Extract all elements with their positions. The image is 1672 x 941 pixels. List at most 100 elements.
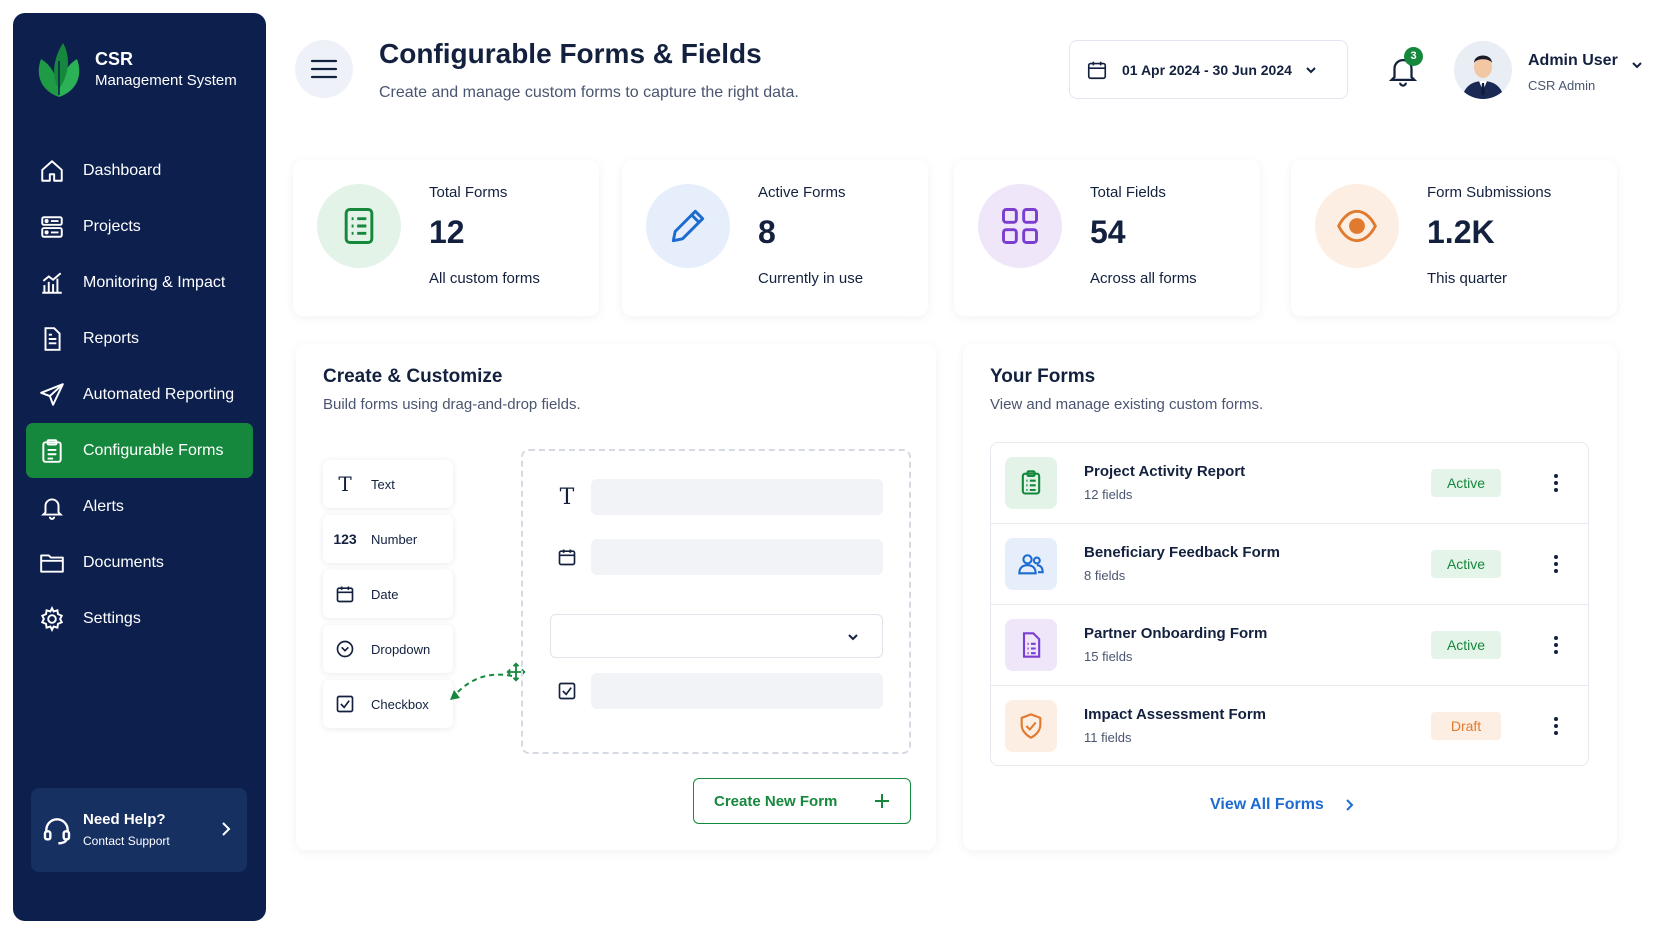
pencil-icon: [671, 209, 705, 243]
user-name: Admin User: [1528, 52, 1618, 69]
stat-value: 54: [1090, 214, 1126, 250]
sidebar-nav: Dashboard Projects Monitoring & Impact R…: [26, 143, 253, 647]
user-avatar-icon: [1462, 55, 1504, 99]
status-badge: Active: [1431, 469, 1501, 497]
sidebar-item-documents[interactable]: Documents: [26, 535, 253, 590]
field-type-number[interactable]: 123 Number: [323, 515, 453, 563]
sidebar-item-monitoring[interactable]: Monitoring & Impact: [26, 255, 253, 310]
text-icon: T: [559, 484, 575, 510]
brand-subtitle: Management System: [95, 72, 237, 89]
sidebar-item-label: Reports: [83, 329, 140, 347]
grid-icon: [1002, 208, 1038, 244]
chevron-down-icon: [848, 634, 858, 641]
canvas-date-field[interactable]: [591, 539, 883, 575]
sidebar-item-automated-reporting[interactable]: Automated Reporting: [26, 367, 253, 422]
sidebar-item-label: Dashboard: [83, 161, 162, 179]
sidebar-item-settings[interactable]: Settings: [26, 591, 253, 646]
sidebar-item-label: Alerts: [83, 497, 124, 515]
forms-title: Your Forms: [990, 366, 1096, 387]
avatar[interactable]: [1454, 41, 1512, 99]
chevron-down-icon: [1306, 66, 1316, 73]
menu-button[interactable]: [295, 40, 353, 98]
stat-card-total-fields: Total Fields 54 Across all forms: [954, 160, 1260, 316]
field-type-label: Number: [371, 531, 418, 547]
form-icon-box: [1005, 700, 1057, 752]
help-subtitle: Contact Support: [83, 834, 170, 848]
date-range-picker[interactable]: 01 Apr 2024 - 30 Jun 2024: [1069, 40, 1348, 99]
stat-label: Total Forms: [429, 184, 508, 201]
view-all-forms-link[interactable]: View All Forms: [1210, 796, 1356, 814]
chevron-down-icon[interactable]: [1630, 58, 1644, 72]
form-field-count: 12 fields: [1084, 487, 1133, 502]
create-new-form-label: Create New Form: [714, 792, 838, 810]
clipboard-icon: [42, 438, 62, 463]
checkbox-icon: [335, 694, 355, 714]
form-icon-box: [1005, 457, 1057, 509]
chevron-right-icon: [222, 822, 231, 836]
stat-value: 8: [758, 214, 776, 250]
checkbox-icon: [557, 681, 577, 701]
shield-check-icon: [1020, 713, 1042, 739]
bell-icon: [40, 497, 64, 520]
forms-panel: Your Forms View and manage existing cust…: [963, 344, 1617, 850]
canvas-text-field[interactable]: [591, 479, 883, 515]
gear-icon: [40, 605, 64, 632]
stat-card-active-forms: Active Forms 8 Currently in use: [622, 160, 928, 316]
sidebar-item-projects[interactable]: Projects: [26, 199, 253, 254]
clipboard-list-icon: [1021, 470, 1041, 495]
help-card[interactable]: Need Help? Contact Support: [31, 788, 247, 872]
kebab-menu-icon[interactable]: [1546, 633, 1566, 657]
sidebar-item-reports[interactable]: Reports: [26, 311, 253, 366]
document-icon: [1022, 632, 1041, 658]
builder-title: Create & Customize: [323, 366, 503, 387]
stat-sub: This quarter: [1427, 270, 1508, 287]
sidebar-item-configurable-forms[interactable]: Configurable Forms: [26, 423, 253, 478]
dropdown-icon: [335, 639, 355, 659]
field-type-label: Date: [371, 586, 399, 602]
stat-card-form-submissions: Form Submissions 1.2K This quarter: [1291, 160, 1617, 316]
hamburger-icon: [310, 59, 338, 79]
user-role: CSR Admin: [1528, 78, 1596, 93]
field-type-date[interactable]: Date: [323, 570, 453, 618]
stat-card-total-forms: Total Forms 12 All custom forms: [293, 160, 599, 316]
page-subtitle: Create and manage custom forms to captur…: [379, 84, 799, 101]
notification-badge: 3: [1404, 47, 1423, 66]
sidebar-item-alerts[interactable]: Alerts: [26, 479, 253, 534]
stat-icon-circle: [317, 184, 401, 268]
kebab-menu-icon[interactable]: [1546, 714, 1566, 738]
text-icon: T: [338, 472, 352, 496]
create-new-form-button[interactable]: Create New Form: [693, 778, 911, 824]
brand[interactable]: CSR Management System: [33, 39, 237, 99]
kebab-menu-icon[interactable]: [1546, 471, 1566, 495]
kebab-menu-icon[interactable]: [1546, 552, 1566, 576]
sidebar-item-dashboard[interactable]: Dashboard: [26, 143, 253, 198]
chevron-right-icon: [1346, 799, 1354, 811]
forms-list: Project Activity Report 12 fields Active…: [990, 442, 1589, 766]
canvas-dropdown-field[interactable]: [550, 614, 883, 658]
field-type-text[interactable]: T Text: [323, 460, 453, 508]
form-field-count: 11 fields: [1084, 730, 1132, 745]
form-icon: [344, 208, 374, 244]
builder-subtitle: Build forms using drag-and-drop fields.: [323, 396, 581, 413]
stat-value: 12: [429, 214, 465, 250]
field-type-dropdown[interactable]: Dropdown: [323, 625, 453, 673]
send-icon: [40, 382, 64, 406]
form-row-beneficiary-feedback-form[interactable]: Beneficiary Feedback Form 8 fields Activ…: [991, 524, 1588, 605]
status-badge: Active: [1431, 550, 1501, 578]
stat-icon-circle: [978, 184, 1062, 268]
status-badge: Active: [1431, 631, 1501, 659]
plus-icon: [875, 794, 889, 808]
form-row-partner-onboarding-form[interactable]: Partner Onboarding Form 15 fields Active: [991, 605, 1588, 686]
stat-sub: All custom forms: [429, 270, 540, 287]
form-canvas[interactable]: T: [521, 449, 911, 754]
canvas-checkbox-field[interactable]: [591, 673, 883, 709]
form-row-impact-assessment-form[interactable]: Impact Assessment Form 11 fields Draft: [991, 686, 1588, 767]
form-name: Impact Assessment Form: [1084, 706, 1267, 723]
form-row-project-activity-report[interactable]: Project Activity Report 12 fields Active: [991, 443, 1588, 524]
stat-sub: Across all forms: [1090, 270, 1197, 287]
brand-title: CSR: [95, 49, 134, 69]
stat-value: 1.2K: [1427, 214, 1495, 250]
field-type-checkbox[interactable]: Checkbox: [323, 680, 453, 728]
number-icon: 123: [333, 531, 357, 547]
calendar-icon: [335, 584, 355, 604]
